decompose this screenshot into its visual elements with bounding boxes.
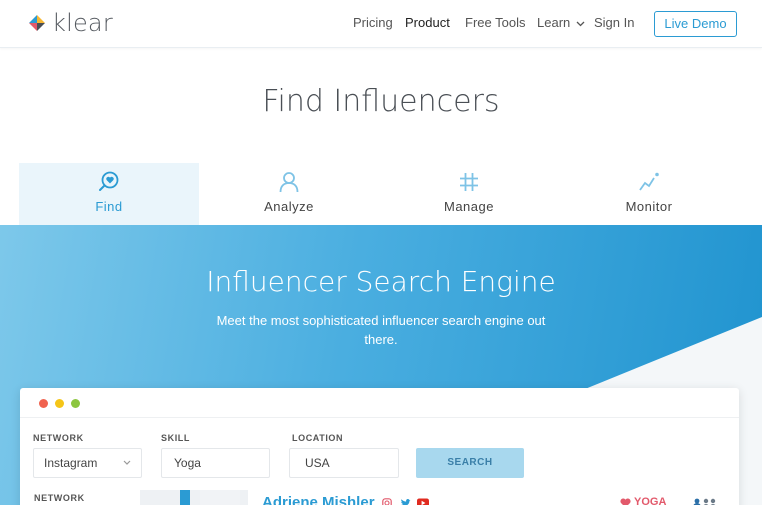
result-influencer-name[interactable]: Adriene Mishler xyxy=(262,494,375,505)
result-photo-figure xyxy=(180,490,240,505)
tab-analyze-label: Analyze xyxy=(264,199,314,214)
tab-analyze[interactable]: Analyze xyxy=(199,163,379,225)
network-select-value: Instagram xyxy=(44,456,98,470)
nav-free-tools[interactable]: Free Tools xyxy=(465,15,525,30)
location-field-label: LOCATION xyxy=(292,433,344,443)
twitter-icon[interactable] xyxy=(400,498,411,505)
nav-sign-in[interactable]: Sign In xyxy=(594,15,634,30)
nav-product[interactable]: Product xyxy=(405,15,450,30)
instagram-icon[interactable] xyxy=(382,498,392,505)
result-photo[interactable] xyxy=(140,490,248,505)
live-demo-button[interactable]: Live Demo xyxy=(654,11,737,37)
chevron-down-icon xyxy=(576,21,585,26)
tab-manage-label: Manage xyxy=(444,199,494,214)
hero-subtitle: Meet the most sophisticated influencer s… xyxy=(216,313,546,347)
nav-learn[interactable]: Learn xyxy=(537,15,585,30)
window-maximize-dot xyxy=(71,399,80,408)
search-heart-icon xyxy=(99,171,119,191)
skill-field-label: SKILL xyxy=(161,433,190,443)
trend-icon xyxy=(639,172,659,191)
tab-manage[interactable]: Manage xyxy=(379,163,559,225)
page-title: Find Influencers xyxy=(262,84,500,119)
logo-text: klear xyxy=(52,9,113,37)
tab-find-label: Find xyxy=(95,199,123,214)
nav-pricing[interactable]: Pricing xyxy=(353,15,393,30)
search-engine-card: NETWORK Instagram SKILL Yoga LOCATION US… xyxy=(20,388,739,505)
nav-learn-label: Learn xyxy=(537,15,571,30)
window-close-dot xyxy=(39,399,48,408)
tab-monitor[interactable]: Monitor xyxy=(559,163,739,225)
network-field-label: NETWORK xyxy=(33,433,84,443)
location-input[interactable]: USA xyxy=(289,448,399,478)
search-button[interactable]: SEARCH xyxy=(416,448,524,478)
klear-logo[interactable]: klear xyxy=(28,9,113,37)
site-header: klear Pricing Product Free Tools Learn S… xyxy=(0,0,762,48)
chevron-down-icon xyxy=(123,460,131,465)
network-select[interactable]: Instagram xyxy=(33,448,142,478)
tab-monitor-label: Monitor xyxy=(625,199,673,214)
audience-icon xyxy=(693,498,716,505)
person-icon xyxy=(279,172,299,193)
youtube-icon[interactable] xyxy=(417,498,429,505)
skill-input[interactable]: Yoga xyxy=(161,448,270,478)
tab-find[interactable]: Find xyxy=(19,163,199,225)
window-titlebar xyxy=(20,388,739,418)
hashtag-icon xyxy=(460,173,478,191)
result-skill-tag: YOGA xyxy=(634,496,667,505)
window-minimize-dot xyxy=(55,399,64,408)
heart-icon xyxy=(620,498,631,505)
network-filter-label: NETWORK xyxy=(34,493,85,503)
klear-logo-icon xyxy=(29,15,45,31)
hero-title: Influencer Search Engine xyxy=(206,265,556,298)
